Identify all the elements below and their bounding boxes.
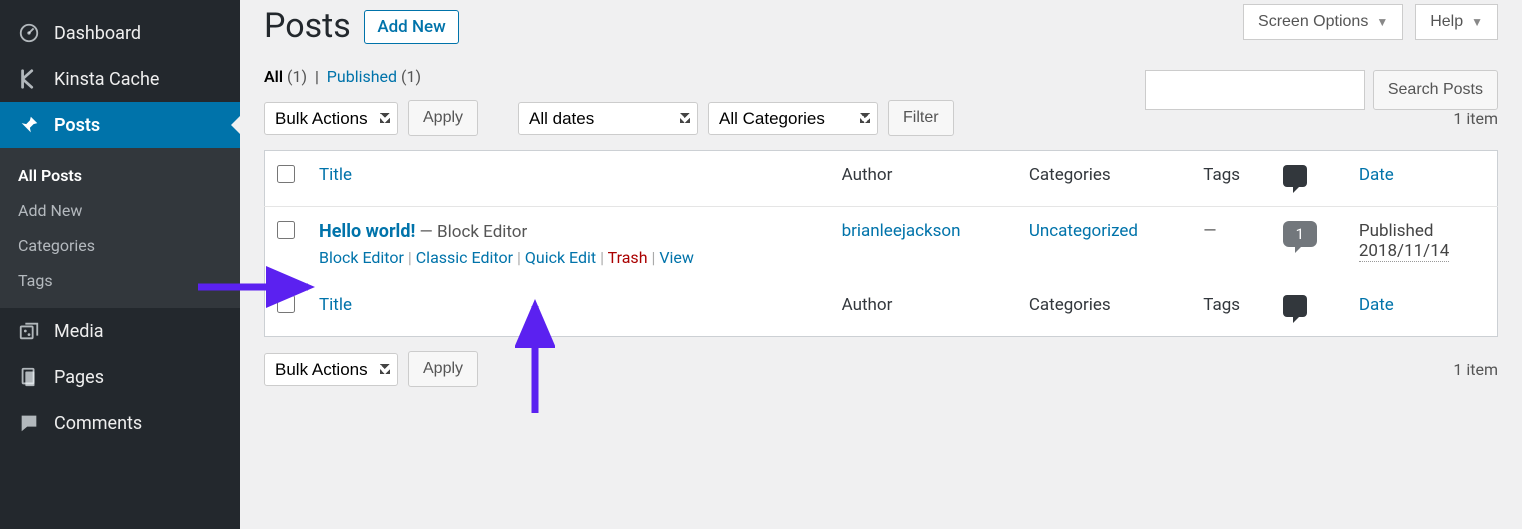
dashboard-icon [18, 22, 40, 44]
sidebar-item-label: All Posts [18, 166, 82, 185]
table-row: Hello world! — Block Editor Block Editor… [265, 207, 1498, 282]
filter-all-label[interactable]: All [264, 67, 283, 86]
column-comments[interactable] [1271, 151, 1347, 207]
sidebar-item-pages[interactable]: Pages [0, 354, 240, 400]
sidebar-item-dashboard[interactable]: Dashboard [0, 10, 240, 56]
sidebar-item-label: Media [54, 321, 104, 342]
sidebar-item-label: Kinsta Cache [54, 69, 159, 90]
row-comment-count[interactable]: 1 [1283, 221, 1317, 247]
posts-table: Title Author Categories Tags Date Hello … [264, 150, 1498, 337]
sidebar-item-label: Categories [18, 236, 95, 255]
sidebar-sub-all-posts[interactable]: All Posts [0, 158, 240, 193]
column-date[interactable]: Date [1347, 151, 1498, 207]
action-view[interactable]: View [659, 248, 694, 267]
item-count-top: 1 item [1453, 109, 1498, 128]
search-input[interactable] [1145, 70, 1365, 110]
main-content: Screen Options ▼ Help ▼ Posts Add New Al… [240, 0, 1522, 529]
category-filter-select[interactable]: All Categories [708, 102, 878, 135]
row-date-status: Published [1359, 221, 1485, 241]
pin-icon [18, 114, 40, 136]
sidebar-item-kinsta-cache[interactable]: Kinsta Cache [0, 56, 240, 102]
column-title-footer[interactable]: Title [307, 281, 830, 337]
tablenav-bottom: Bulk Actions Apply 1 item [264, 351, 1498, 387]
row-select-checkbox[interactable] [277, 221, 295, 239]
select-all-checkbox[interactable] [277, 165, 295, 183]
action-classic-editor[interactable]: Classic Editor [416, 248, 513, 267]
column-author: Author [830, 151, 1017, 207]
sidebar-item-comments[interactable]: Comments [0, 400, 240, 446]
sidebar-posts-submenu: All Posts Add New Categories Tags [0, 148, 240, 308]
row-category-link[interactable]: Uncategorized [1029, 221, 1138, 241]
add-new-button[interactable]: Add New [364, 10, 458, 44]
comments-icon [1283, 295, 1307, 317]
action-block-editor[interactable]: Block Editor [319, 248, 404, 267]
row-actions: Block Editor | Classic Editor | Quick Ed… [319, 248, 818, 267]
search-posts: Search Posts [1145, 70, 1498, 110]
filter-published-count: (1) [401, 67, 421, 86]
post-title-link[interactable]: Hello world! [319, 221, 415, 242]
comments-icon [18, 412, 40, 434]
sidebar-item-label: Dashboard [54, 23, 141, 44]
media-icon [18, 320, 40, 342]
sidebar-item-label: Add New [18, 201, 82, 220]
admin-sidebar: Dashboard Kinsta Cache Posts All Posts A… [0, 0, 240, 529]
page-title: Posts [264, 6, 351, 46]
filter-published-link[interactable]: Published [327, 67, 397, 86]
column-date-footer[interactable]: Date [1347, 281, 1498, 337]
column-categories: Categories [1017, 151, 1191, 207]
date-filter-select[interactable]: All dates [518, 102, 698, 135]
row-date-value: 2018/11/14 [1359, 241, 1449, 262]
post-editor-suffix: — Block Editor [415, 222, 527, 242]
table-footer-row: Title Author Categories Tags Date [265, 281, 1498, 337]
bulk-apply-button-bottom[interactable]: Apply [408, 351, 478, 387]
help-label: Help [1430, 13, 1463, 31]
sidebar-item-label: Tags [18, 271, 53, 290]
sidebar-item-label: Pages [54, 367, 104, 388]
row-tags: — [1203, 221, 1216, 241]
item-count-bottom: 1 item [1453, 360, 1498, 379]
column-author-footer: Author [830, 281, 1017, 337]
pages-icon [18, 366, 40, 388]
sidebar-item-media[interactable]: Media [0, 308, 240, 354]
sidebar-item-posts[interactable]: Posts [0, 102, 240, 148]
table-header-row: Title Author Categories Tags Date [265, 151, 1498, 207]
filter-button[interactable]: Filter [888, 100, 954, 136]
select-all-checkbox-footer[interactable] [277, 295, 295, 313]
action-trash[interactable]: Trash [608, 248, 648, 267]
help-button[interactable]: Help ▼ [1415, 4, 1498, 40]
filter-all-count: (1) [287, 67, 307, 86]
sidebar-item-label: Comments [54, 413, 142, 434]
chevron-down-icon: ▼ [1376, 15, 1388, 29]
column-tags-footer: Tags [1191, 281, 1271, 337]
search-button[interactable]: Search Posts [1373, 70, 1498, 110]
column-title[interactable]: Title [307, 151, 830, 207]
chevron-down-icon: ▼ [1471, 15, 1483, 29]
column-categories-footer: Categories [1017, 281, 1191, 337]
sidebar-sub-categories[interactable]: Categories [0, 228, 240, 263]
column-comments-footer[interactable] [1271, 281, 1347, 337]
column-tags: Tags [1191, 151, 1271, 207]
bulk-actions-select[interactable]: Bulk Actions [264, 102, 398, 135]
bulk-apply-button[interactable]: Apply [408, 100, 478, 136]
screen-options-label: Screen Options [1258, 13, 1368, 31]
screen-options-button[interactable]: Screen Options ▼ [1243, 4, 1403, 40]
comments-icon [1283, 165, 1307, 187]
sidebar-sub-add-new[interactable]: Add New [0, 193, 240, 228]
sidebar-sub-tags[interactable]: Tags [0, 263, 240, 298]
kinsta-icon [18, 68, 40, 90]
bulk-actions-select-bottom[interactable]: Bulk Actions [264, 353, 398, 386]
top-tabs: Screen Options ▼ Help ▼ [1243, 4, 1498, 40]
action-quick-edit[interactable]: Quick Edit [525, 248, 596, 267]
row-title: Hello world! — Block Editor [319, 221, 818, 242]
row-author-link[interactable]: brianleejackson [842, 221, 961, 241]
sidebar-item-label: Posts [54, 115, 100, 136]
